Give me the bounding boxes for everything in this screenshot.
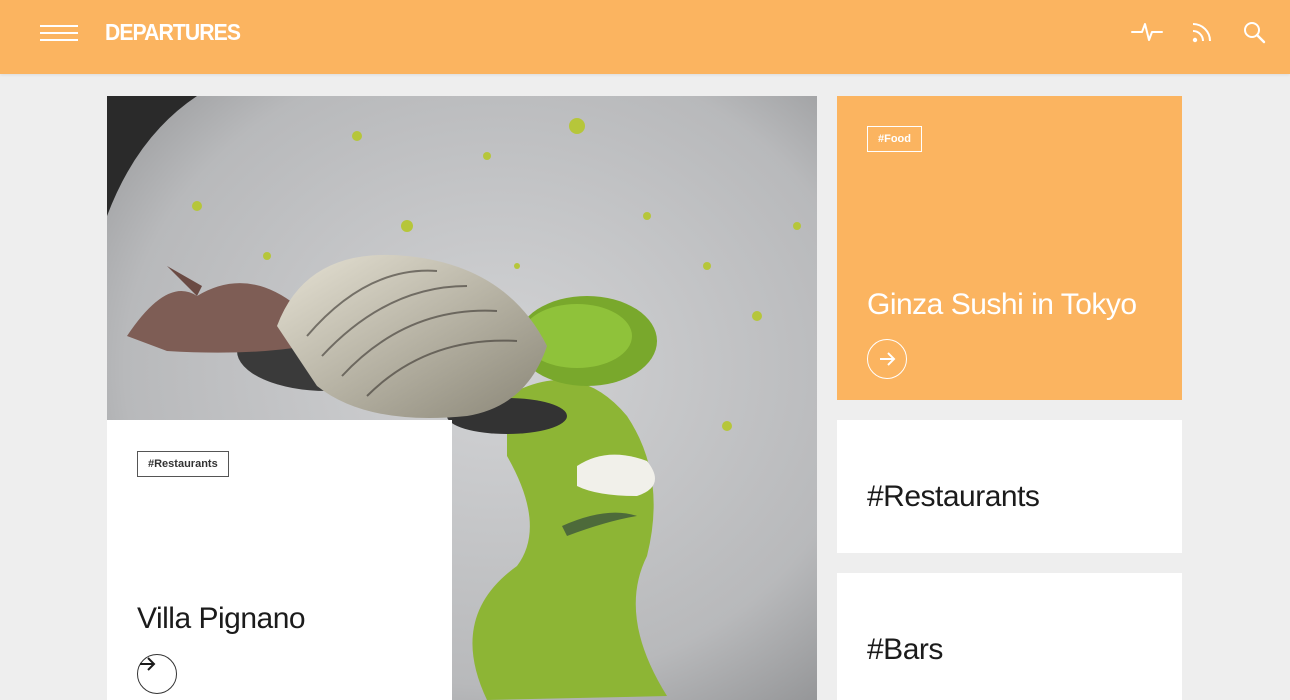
featured-article-panel: #Restaurants Villa Pignano (107, 420, 452, 700)
category-label: #Restaurants (867, 480, 1040, 513)
article-title[interactable]: Villa Pignano (137, 602, 306, 636)
featured-article-card[interactable]: #Restaurants Villa Pignano (107, 96, 817, 700)
read-more-button[interactable] (137, 654, 177, 694)
food-article-title[interactable]: Ginza Sushi in Tokyo (867, 288, 1137, 322)
category-card-restaurants[interactable]: #Restaurants (837, 420, 1182, 553)
food-tag[interactable]: #Food (867, 126, 922, 152)
site-logo[interactable]: DEPARTURES (105, 19, 241, 46)
food-article-card[interactable]: #Food Ginza Sushi in Tokyo (837, 96, 1182, 400)
rss-icon[interactable] (1188, 18, 1216, 46)
search-icon[interactable] (1240, 18, 1268, 46)
arrow-right-icon (880, 352, 896, 366)
activity-pulse-icon[interactable] (1131, 18, 1163, 46)
category-card-bars[interactable]: #Bars (837, 573, 1182, 700)
food-read-more-button[interactable] (867, 339, 907, 379)
menu-icon[interactable] (40, 22, 78, 44)
article-tag[interactable]: #Restaurants (137, 451, 229, 477)
top-header: DEPARTURES (0, 0, 1290, 74)
category-label: #Bars (867, 633, 943, 666)
arrow-right-icon (140, 657, 156, 671)
